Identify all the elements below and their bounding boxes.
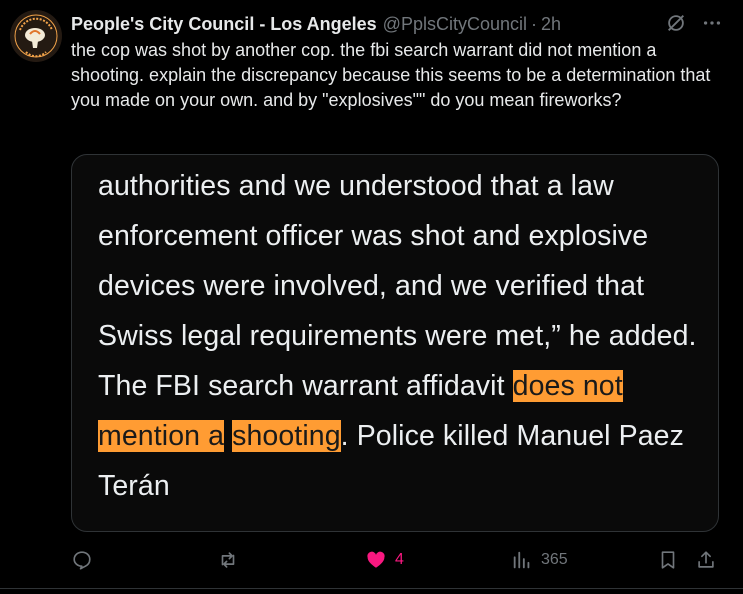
like-button[interactable]: 4 bbox=[365, 549, 404, 571]
like-count: 4 bbox=[395, 551, 404, 568]
tweet-text: the cop was shot by another cop. the fbi… bbox=[71, 40, 711, 110]
share-icon bbox=[698, 551, 714, 568]
grok-icon[interactable] bbox=[665, 12, 687, 34]
separator-dot: · bbox=[531, 13, 537, 34]
tweet-actions: 4 365 bbox=[71, 545, 721, 577]
heart-icon bbox=[367, 551, 385, 568]
share-button[interactable] bbox=[695, 549, 717, 571]
excerpt-space bbox=[224, 420, 232, 452]
timestamp[interactable]: 2h bbox=[541, 14, 561, 35]
bookmark-icon bbox=[661, 551, 675, 569]
reply-icon bbox=[73, 551, 91, 570]
avatar[interactable] bbox=[10, 10, 62, 62]
views-icon bbox=[513, 551, 530, 569]
highlight-text: shooting bbox=[232, 420, 341, 452]
header-icons bbox=[665, 12, 723, 34]
views-button[interactable]: 365 bbox=[511, 549, 568, 571]
bookmark-button[interactable] bbox=[657, 549, 679, 571]
avatar-logo-icon bbox=[10, 10, 62, 62]
tweet-media-image[interactable]: authorities and we understood that a law… bbox=[71, 154, 719, 532]
author-name[interactable]: People's City Council - Los Angeles bbox=[71, 14, 377, 35]
author-handle[interactable]: @PplsCityCouncil bbox=[383, 14, 527, 35]
tweet-header: People's City Council - Los Angeles @Ppl… bbox=[71, 12, 723, 36]
retweet-icon bbox=[221, 552, 235, 568]
reply-button[interactable] bbox=[71, 549, 93, 571]
more-options-icon[interactable] bbox=[701, 12, 723, 34]
retweet-button[interactable] bbox=[217, 549, 239, 571]
excerpt-text: authorities and we understood that a law… bbox=[98, 170, 697, 402]
divider bbox=[0, 588, 743, 589]
article-excerpt: authorities and we understood that a law… bbox=[98, 161, 698, 511]
view-count: 365 bbox=[541, 551, 568, 568]
